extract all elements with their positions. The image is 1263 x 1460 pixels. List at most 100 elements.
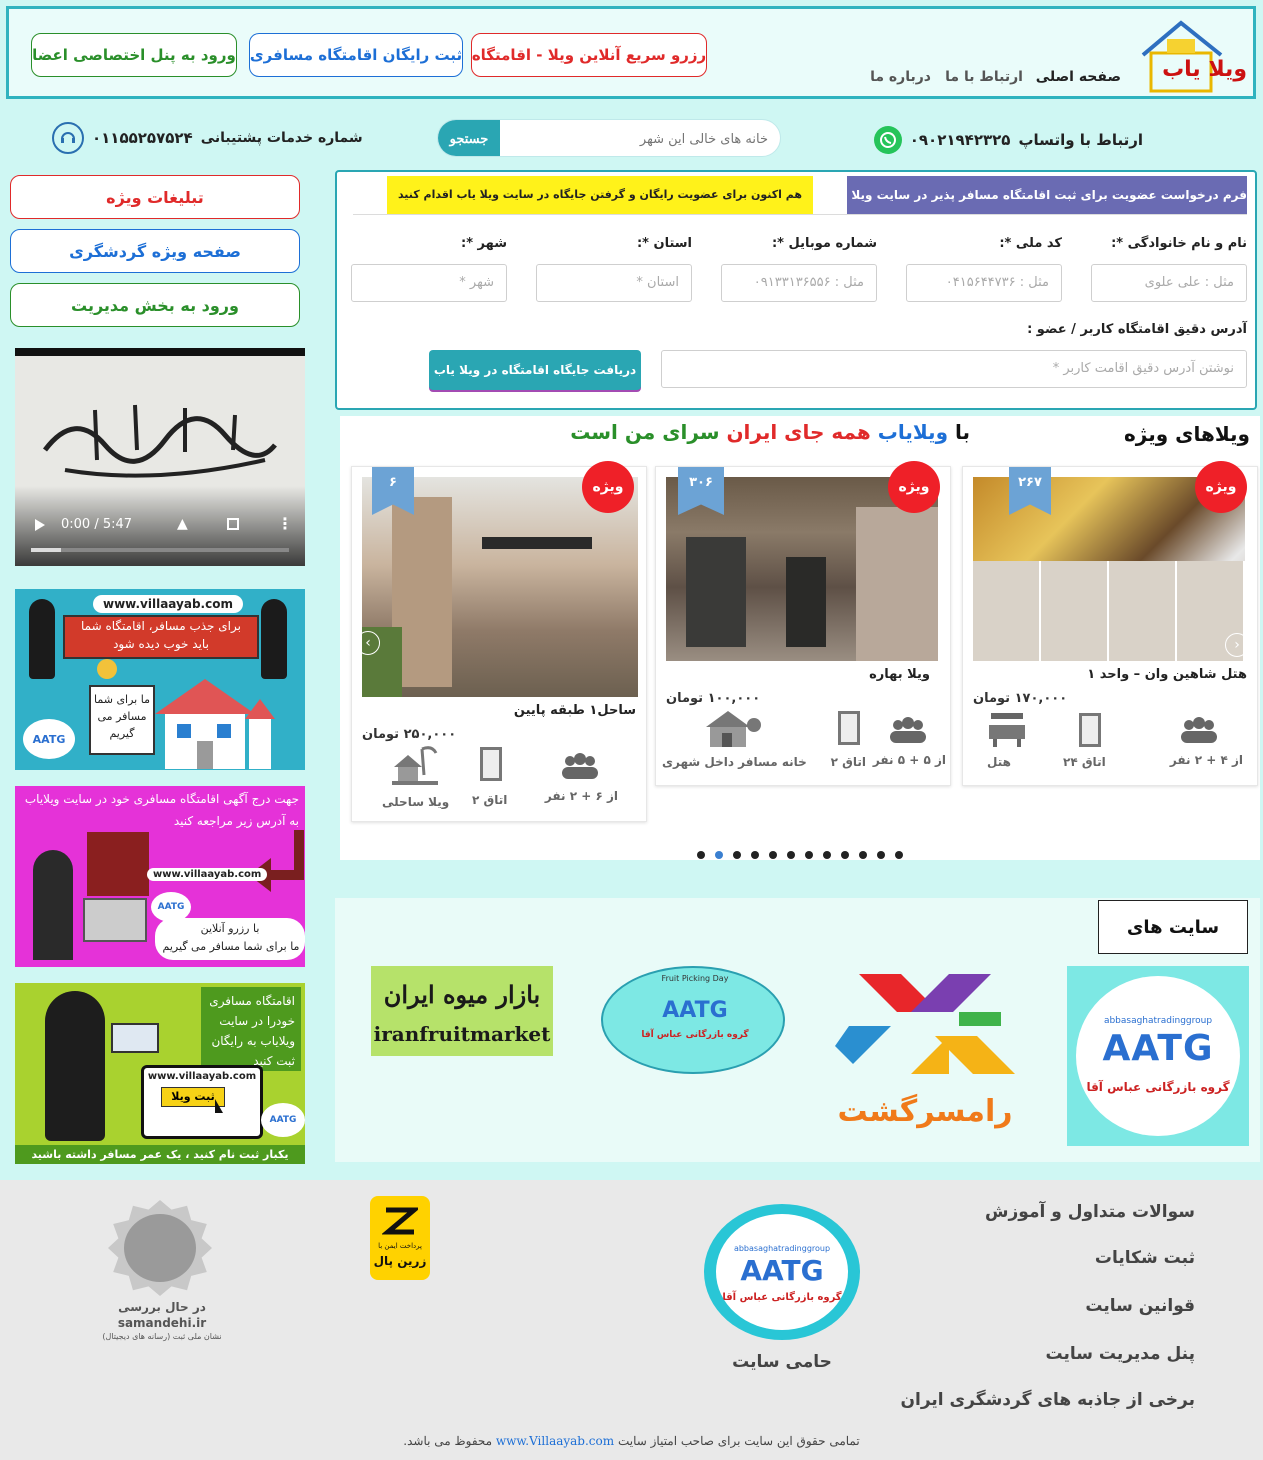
payment-label: پرداخت ایمن با: [378, 1242, 422, 1250]
banner2-line1: جهت درج آگهی اقامتگاه مسافری خود در سایت…: [24, 792, 299, 806]
play-icon[interactable]: [35, 519, 45, 531]
banner2-line2: به آدرس زیر مراجعه کنید: [173, 814, 299, 828]
ad-banner-visibility[interactable]: www.villaayab.com برای جذب مسافر، اقامتگ…: [15, 589, 305, 770]
banner3-url: www.villaayab.com: [147, 1071, 257, 1082]
villa-price: ۲۵۰,۰۰۰ تومان: [362, 727, 457, 742]
video-player[interactable]: 0:00 / 5:47 ▲ ⋮: [15, 348, 305, 566]
payment-name: زرین پال: [373, 1254, 427, 1268]
special-badge: ویژه: [888, 461, 940, 513]
slogan-part4: سرای من است: [570, 420, 720, 444]
footer-link-rules[interactable]: قوانین سایت: [1085, 1296, 1195, 1316]
aatg-title: AATG: [1102, 1028, 1214, 1069]
fruit-picking-ellipse: Fruit Picking Day AATG گروه بازرگانی عبا…: [601, 966, 785, 1074]
computer-icon: [83, 898, 147, 942]
footer-link-faq[interactable]: سوالات متداول و آموزش: [985, 1202, 1195, 1222]
partner-logo-iranfruitmarket[interactable]: بازار میوه ایران iranfruitmarket: [371, 966, 553, 1056]
admin-login-button[interactable]: ورود به بخش مدیریت: [10, 283, 300, 327]
form-tab-title[interactable]: فرم درخواست عضویت برای ثبت اقامتگاه مساف…: [847, 176, 1247, 214]
nav-home[interactable]: صفحه اصلی: [1036, 69, 1121, 85]
sponsor-caption: گروه بازرگانی عباس آقا: [722, 1292, 842, 1303]
aatg-caption: گروه بازرگانی عباس آقا: [1086, 1080, 1230, 1094]
person-right-icon: [261, 599, 287, 679]
volume-icon[interactable]: ▲: [177, 516, 188, 532]
samandehi-caption: نشان ملی ثبت (رسانه های دیجیتال): [102, 1332, 222, 1341]
pagination-dot[interactable]: [859, 851, 867, 859]
form-notice: هم اکنون برای عضویت رایگان و گرفتن جایگا…: [387, 176, 813, 214]
footer-link-admin-panel[interactable]: پنل مدیریت سایت: [1046, 1344, 1196, 1364]
copyright: تمامی حقوق این سایت برای صاحب امتیاز سای…: [0, 1434, 1263, 1448]
search-input[interactable]: [500, 120, 780, 156]
slogan-part2: ویلایاب: [877, 420, 948, 444]
partner-logo-aatg[interactable]: abbasaghatradinggroup AATG گروه بازرگانی…: [1067, 966, 1249, 1146]
province-label: استان *:: [636, 236, 692, 251]
slogan-part1: با: [954, 420, 970, 444]
city-field[interactable]: شهر *: [351, 264, 507, 302]
search-button[interactable]: جستجو: [438, 120, 500, 156]
video-controls: [15, 486, 305, 566]
fullscreen-icon[interactable]: [227, 518, 239, 530]
pagination-dot[interactable]: [751, 851, 759, 859]
villa-type: خانه مسافر داخل شهری: [662, 755, 807, 769]
pagination-dot[interactable]: [805, 851, 813, 859]
pagination-dot[interactable]: [841, 851, 849, 859]
villa-card[interactable]: ویژه ۳۰۶ ویلا بهاره ۱۰۰,۰۰۰ تومان از ۵ +…: [655, 461, 951, 786]
copyright-link[interactable]: www.Villaayab.com: [496, 1434, 614, 1448]
pagination-dot[interactable]: [697, 851, 705, 859]
door-icon: [838, 711, 860, 745]
pagination-dot[interactable]: [769, 851, 777, 859]
zarinpal-badge[interactable]: پرداخت ایمن با زرین پال: [370, 1196, 430, 1280]
ad-banner-register[interactable]: جهت درج آگهی اقامتگاه مسافری خود در سایت…: [15, 786, 305, 967]
partner-sites-section: سایت های همکار abbasaghatradinggroup AAT…: [335, 898, 1260, 1162]
nav-about[interactable]: درباره ما: [870, 69, 931, 85]
banner3-aatg-logo: AATG: [261, 1103, 305, 1137]
address-field[interactable]: نوشتن آدرس دقیق اقامت کاربر *: [661, 350, 1247, 388]
villa-name: ساحل۱ طبقه پایین: [513, 703, 636, 718]
register-accommodation-button[interactable]: ثبت رایگان اقامتگاه مسافری: [249, 33, 463, 77]
more-options-icon[interactable]: ⋮: [277, 514, 293, 533]
prev-arrow-icon[interactable]: ‹: [356, 631, 380, 655]
reserve-button[interactable]: رزرو سریع آنلاین ویلا - اقامتگاه: [471, 33, 707, 77]
person-left-icon: [29, 599, 55, 679]
video-progress-track[interactable]: [31, 548, 289, 552]
submit-button[interactable]: دریافت جایگاه اقامتگاه در ویلا یاب: [429, 350, 641, 390]
search-bar: جستجو: [437, 119, 781, 157]
villa-card[interactable]: ویژه ۲۶۷ › هتل شاهین وان – واحد ۱ ۱۷۰,۰۰…: [962, 461, 1258, 786]
pagination-dot[interactable]: [895, 851, 903, 859]
site-logo[interactable]: ویلا یاب: [1137, 15, 1247, 93]
whatsapp-contact[interactable]: ارتباط با واتساپ ۰۹۰۲۱۹۴۲۳۲۵: [873, 126, 1143, 154]
banner1-line2: باید خوب دیده شود: [113, 637, 209, 651]
name-label: نام و نام خانوادگی *:: [1111, 236, 1247, 251]
sponsor-logo[interactable]: abbasaghatradinggroup AATG گروه بازرگانی…: [704, 1204, 860, 1340]
villa-price: ۱۷۰,۰۰۰ تومان: [973, 691, 1068, 706]
copyright-part1: تمامی حقوق این سایت برای صاحب امتیاز سای…: [617, 1434, 860, 1448]
calligraphy-image: [35, 390, 285, 480]
house-illustration-icon: [155, 679, 275, 770]
banner3-text: اقامتگاه مسافری خودرا در سایت ویلایاب به…: [201, 987, 301, 1071]
pagination-dot[interactable]: [877, 851, 885, 859]
national-id-field[interactable]: مثل : ۰۴۱۵۶۴۴۷۳۶: [906, 264, 1062, 302]
video-time: 0:00 / 5:47: [61, 517, 133, 532]
whatsapp-icon: [873, 126, 902, 154]
special-ads-button[interactable]: تبلیغات ویژه: [10, 175, 300, 219]
support-number: ۰۱۱۵۵۲۵۷۵۲۴: [92, 129, 193, 147]
next-arrow-icon[interactable]: ›: [1225, 633, 1249, 657]
pagination-dot[interactable]: [715, 851, 723, 859]
partner-logo-ramsargasht[interactable]: رامسرگشت: [829, 966, 1021, 1146]
pagination-dot[interactable]: [733, 851, 741, 859]
ad-banner-free-register[interactable]: اقامتگاه مسافری خودرا در سایت ویلایاب به…: [15, 983, 305, 1164]
province-field[interactable]: استان *: [536, 264, 692, 302]
pagination-dot[interactable]: [787, 851, 795, 859]
partner-logo-fruit-picking[interactable]: Fruit Picking Day AATG گروه بازرگانی عبا…: [601, 966, 785, 1076]
whatsapp-label: ارتباط با واتساپ: [1018, 131, 1143, 149]
footer-link-complaints[interactable]: ثبت شکایات: [1095, 1248, 1195, 1268]
name-field[interactable]: مثل : علی علوی: [1091, 264, 1247, 302]
pagination-dot[interactable]: [823, 851, 831, 859]
footer-link-attractions[interactable]: برخی از جاذبه های گردشگری ایران: [901, 1390, 1196, 1410]
nav-contact[interactable]: ارتباط با ما: [945, 69, 1023, 85]
member-login-button[interactable]: ورود به پنل اختصاصی اعضا: [31, 33, 237, 77]
mobile-field[interactable]: مثل : ۰۹۱۳۳۱۳۶۵۵۶: [721, 264, 877, 302]
villa-card[interactable]: ویژه ۶ ‹ ساحل۱ طبقه پایین ۲۵۰,۰۰۰ تومان …: [351, 461, 647, 822]
tourism-page-button[interactable]: صفحه ویژه گردشگری: [10, 229, 300, 273]
samandehi-badge[interactable]: در حال بررسی samandehi.ir نشان ملی ثبت (…: [102, 1200, 222, 1350]
membership-form: فرم درخواست عضویت برای ثبت اقامتگاه مساف…: [335, 170, 1257, 410]
